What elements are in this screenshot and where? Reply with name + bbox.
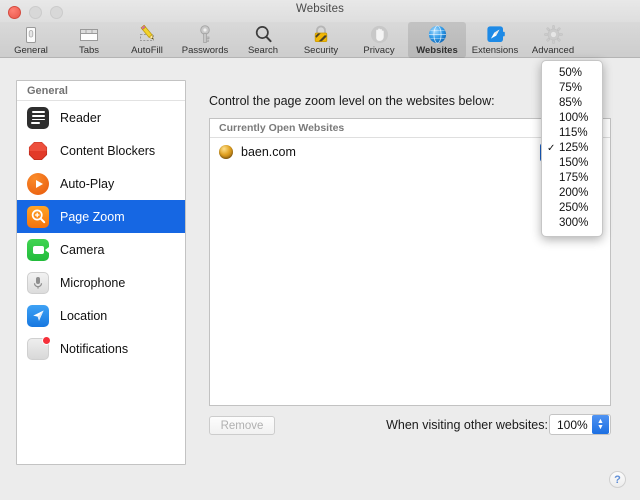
websites-sidebar: General Reader Content Blockers Au [16,80,186,465]
notifications-icon [27,338,49,360]
menu-item-zoom[interactable]: 75% [542,81,602,96]
content-blockers-icon [27,140,49,162]
toolbar-item-label: General [14,45,48,56]
sidebar-item-label: Content Blockers [60,144,155,158]
menu-item-label: 150% [559,157,588,169]
toolbar-item-label: AutoFill [131,45,163,56]
sidebar-item-label: Auto-Play [60,177,114,191]
toolbar-item-passwords[interactable]: Passwords [176,22,234,58]
sidebar-item-label: Notifications [60,342,128,356]
toolbar-item-label: Privacy [363,45,394,56]
search-magnifier-icon [250,23,276,46]
menu-item-zoom[interactable]: 115% [542,126,602,141]
tabs-icon [76,23,102,46]
toolbar-item-label: Security [304,45,338,56]
camera-icon [27,239,49,261]
menu-item-label: 85% [559,97,582,109]
privacy-hand-icon [366,23,392,46]
toolbar-item-autofill[interactable]: AutoFill [118,22,176,58]
general-icon [18,23,44,46]
toolbar-item-websites[interactable]: Websites [408,22,466,58]
toolbar-item-search[interactable]: Search [234,22,292,58]
toolbar-item-advanced[interactable]: Advanced [524,22,582,58]
reader-icon [27,107,49,129]
sidebar-item-microphone[interactable]: Microphone [17,266,185,299]
help-button[interactable]: ? [609,471,626,488]
toolbar-item-security[interactable]: Security [292,22,350,58]
site-name: baen.com [241,145,296,159]
toolbar-item-extensions[interactable]: Extensions [466,22,524,58]
sidebar-item-camera[interactable]: Camera [17,233,185,266]
menu-item-label: 50% [559,67,582,79]
advanced-gear-icon [540,23,566,46]
preferences-window: Websites General Tabs [0,0,640,500]
baen-favicon [219,145,233,159]
sidebar-item-reader[interactable]: Reader [17,101,185,134]
toolbar-item-general[interactable]: General [2,22,60,58]
toolbar-item-tabs[interactable]: Tabs [60,22,118,58]
menu-item-label: 200% [559,187,588,199]
auto-play-icon [27,173,49,195]
page-zoom-icon [27,206,49,228]
websites-globe-icon [424,23,450,46]
menu-item-label: 115% [559,127,588,139]
sidebar-group-header: General [17,81,185,101]
sidebar-item-label: Reader [60,111,101,125]
other-websites-label: When visiting other websites: [386,418,548,432]
sidebar-item-label: Microphone [60,276,125,290]
sidebar-item-label: Location [60,309,107,323]
preferences-toolbar: General Tabs [0,22,640,58]
menu-item-zoom-selected[interactable]: ✓ 125% [542,141,602,156]
toolbar-item-label: Advanced [532,45,574,56]
menu-item-label: 250% [559,202,588,214]
menu-item-label: 100% [559,112,588,124]
microphone-icon [27,272,49,294]
sidebar-item-content-blockers[interactable]: Content Blockers [17,134,185,167]
menu-item-zoom[interactable]: 300% [542,216,602,231]
menu-item-zoom[interactable]: 175% [542,171,602,186]
menu-item-label: 75% [559,82,582,94]
notification-badge-dot [42,336,51,345]
menu-item-zoom[interactable]: 85% [542,96,602,111]
location-arrow-icon [27,305,49,327]
sidebar-item-notifications[interactable]: Notifications [17,332,185,365]
security-lock-icon [308,23,334,46]
toolbar-item-label: Passwords [182,45,228,56]
menu-item-zoom[interactable]: 200% [542,186,602,201]
autofill-icon [134,23,160,46]
toolbar-item-label: Extensions [472,45,518,56]
menu-item-zoom[interactable]: 50% [542,66,602,81]
menu-item-zoom[interactable]: 250% [542,201,602,216]
sidebar-item-label: Camera [60,243,104,257]
menu-item-label: 300% [559,217,588,229]
menu-item-label: 125% [559,142,588,154]
window-titlebar: Websites [0,0,640,22]
checkmark-icon: ✓ [547,141,555,156]
other-websites-value: 100% [550,418,588,432]
window-title: Websites [0,3,640,15]
sidebar-item-auto-play[interactable]: Auto-Play [17,167,185,200]
other-websites-popup[interactable]: 100% ▲▼ [549,414,611,435]
toolbar-item-privacy[interactable]: Privacy [350,22,408,58]
menu-item-zoom[interactable]: 150% [542,156,602,171]
menu-item-zoom[interactable]: 100% [542,111,602,126]
sidebar-item-location[interactable]: Location [17,299,185,332]
zoom-level-menu[interactable]: 50% 75% 85% 100% 115% ✓ 125% 150% 175% [541,60,603,237]
sidebar-item-page-zoom[interactable]: Page Zoom [17,200,185,233]
remove-button[interactable]: Remove [209,416,275,435]
passwords-key-icon [192,23,218,46]
toolbar-item-label: Websites [416,45,458,56]
toolbar-item-label: Search [248,45,278,56]
sidebar-item-label: Page Zoom [60,210,125,224]
extensions-compass-icon [482,23,508,46]
menu-item-label: 175% [559,172,588,184]
toolbar-item-label: Tabs [79,45,99,56]
chevron-updown-icon[interactable]: ▲▼ [592,415,609,434]
